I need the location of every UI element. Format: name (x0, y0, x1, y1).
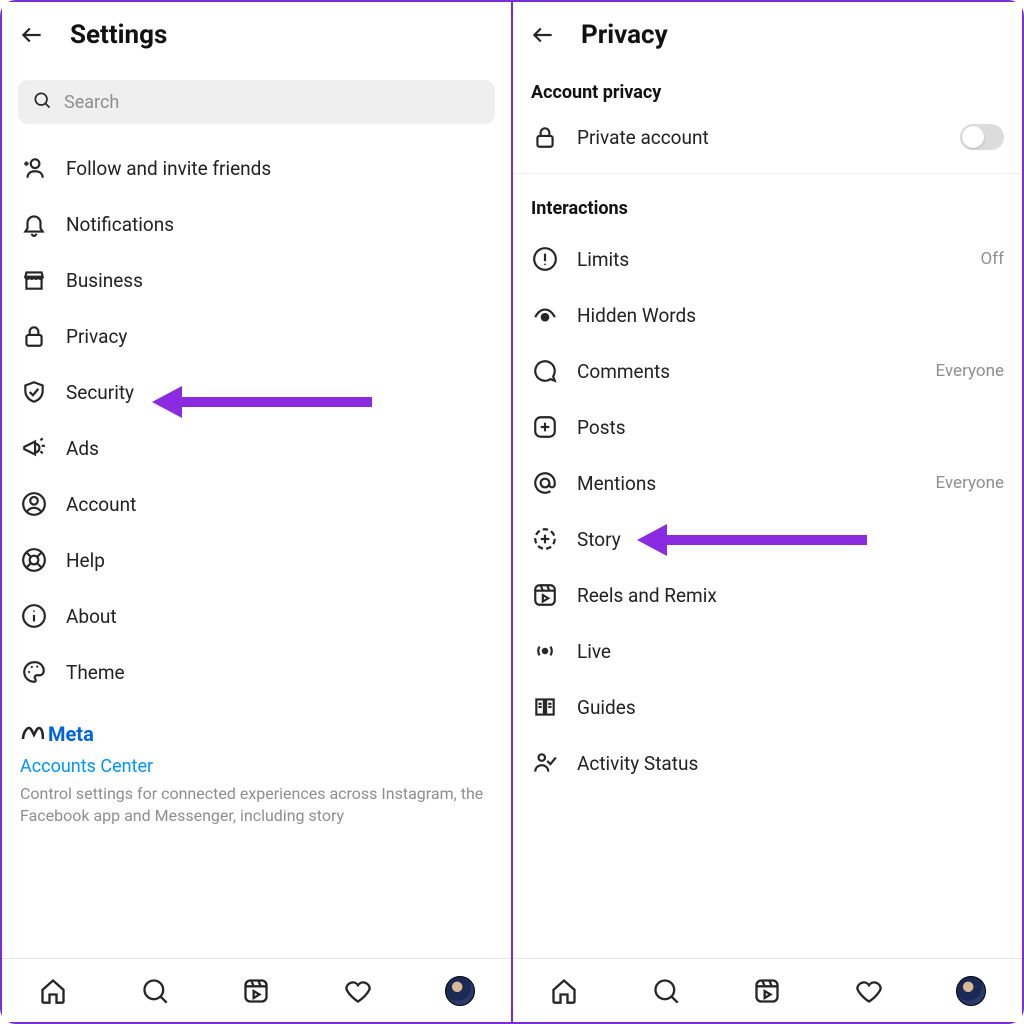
back-arrow-icon[interactable] (529, 21, 557, 49)
list-item-label: Business (66, 269, 493, 292)
list-item-label: Live (577, 640, 1004, 663)
home-icon[interactable] (549, 976, 579, 1006)
comment-icon (531, 357, 559, 385)
privacy-item-mentions[interactable]: Mentions Everyone (513, 455, 1022, 511)
palette-icon (20, 658, 48, 686)
page-title: Settings (70, 20, 167, 50)
list-item-label: Guides (577, 696, 1004, 719)
story-icon (531, 525, 559, 553)
interactions-list: Limits Off Hidden Words Comments Everyon… (513, 225, 1022, 791)
settings-item-notifications[interactable]: Notifications (2, 196, 511, 252)
list-item-label: Notifications (66, 213, 493, 236)
list-item-label: Comments (577, 360, 917, 383)
shield-icon (20, 378, 48, 406)
heart-nav-icon[interactable] (343, 976, 373, 1006)
list-item-label: Activity Status (577, 752, 1004, 775)
lifebuoy-icon (20, 546, 48, 574)
settings-item-follow-invite[interactable]: Follow and invite friends (2, 140, 511, 196)
privacy-header: Privacy (513, 2, 1022, 58)
person-plus-icon (20, 154, 48, 182)
accounts-center-link[interactable]: Accounts Center (20, 746, 493, 783)
settings-item-help[interactable]: Help (2, 532, 511, 588)
list-item-label: Theme (66, 661, 493, 684)
toggle-switch[interactable] (960, 124, 1004, 150)
guides-icon (531, 693, 559, 721)
list-item-label: Follow and invite friends (66, 157, 493, 180)
list-item-trail: Off (980, 249, 1004, 269)
bell-icon (20, 210, 48, 238)
settings-item-business[interactable]: Business (2, 252, 511, 308)
privacy-item-comments[interactable]: Comments Everyone (513, 343, 1022, 399)
list-item-label: Mentions (577, 472, 917, 495)
list-item-label: Help (66, 549, 493, 572)
privacy-panel: Privacy Account privacy Private account … (513, 2, 1022, 1022)
settings-header: Settings (2, 2, 511, 58)
page-title: Privacy (581, 20, 668, 50)
bottom-nav (513, 958, 1022, 1022)
profile-nav-icon[interactable] (956, 976, 986, 1006)
lock-icon (531, 123, 559, 151)
settings-list: Follow and invite friends Notifications … (2, 134, 511, 700)
heart-nav-icon[interactable] (854, 976, 884, 1006)
search-icon (32, 90, 52, 115)
privacy-item-hidden-words[interactable]: Hidden Words (513, 287, 1022, 343)
section-account-privacy: Account privacy (513, 58, 1022, 109)
list-item-label: Hidden Words (577, 304, 1004, 327)
at-sign-icon (531, 469, 559, 497)
reels-nav-icon[interactable] (752, 976, 782, 1006)
list-item-label: Private account (577, 126, 942, 149)
privacy-item-live[interactable]: Live (513, 623, 1022, 679)
search-input[interactable]: Search (18, 80, 495, 124)
meta-section: Meta Accounts Center Control settings fo… (2, 700, 511, 832)
avatar (956, 976, 986, 1006)
reels-icon (531, 581, 559, 609)
eye-hidden-icon (531, 301, 559, 329)
avatar (445, 976, 475, 1006)
list-item-trail: Everyone (935, 473, 1004, 493)
bottom-nav (2, 958, 511, 1022)
meta-description: Control settings for connected experienc… (20, 783, 493, 832)
storefront-icon (20, 266, 48, 294)
alert-circle-icon (531, 245, 559, 273)
settings-item-about[interactable]: About (2, 588, 511, 644)
reels-nav-icon[interactable] (241, 976, 271, 1006)
privacy-item-posts[interactable]: Posts (513, 399, 1022, 455)
settings-item-ads[interactable]: Ads (2, 420, 511, 476)
plus-square-icon (531, 413, 559, 441)
meta-brand-text: Meta (48, 722, 94, 746)
search-nav-icon[interactable] (651, 976, 681, 1006)
search-nav-icon[interactable] (140, 976, 170, 1006)
list-item-label: Privacy (66, 325, 493, 348)
search-placeholder: Search (64, 92, 119, 113)
section-interactions: Interactions (513, 174, 1022, 225)
megaphone-icon (20, 434, 48, 462)
list-item-label: About (66, 605, 493, 628)
privacy-item-activity-status[interactable]: Activity Status (513, 735, 1022, 791)
home-icon[interactable] (38, 976, 68, 1006)
info-icon (20, 602, 48, 630)
live-icon (531, 637, 559, 665)
settings-item-security[interactable]: Security (2, 364, 511, 420)
meta-logo: Meta (20, 722, 493, 746)
list-item-trail: Everyone (935, 361, 1004, 381)
settings-item-privacy[interactable]: Privacy (2, 308, 511, 364)
privacy-item-guides[interactable]: Guides (513, 679, 1022, 735)
back-arrow-icon[interactable] (18, 21, 46, 49)
profile-nav-icon[interactable] (445, 976, 475, 1006)
settings-item-theme[interactable]: Theme (2, 644, 511, 700)
settings-item-account[interactable]: Account (2, 476, 511, 532)
settings-panel: Settings Search Follow and invite friend… (2, 2, 511, 1022)
privacy-item-reels-remix[interactable]: Reels and Remix (513, 567, 1022, 623)
privacy-item-limits[interactable]: Limits Off (513, 231, 1022, 287)
list-item-label: Reels and Remix (577, 584, 1004, 607)
activity-status-icon (531, 749, 559, 777)
account-icon (20, 490, 48, 518)
list-item-label: Ads (66, 437, 493, 460)
list-item-label: Account (66, 493, 493, 516)
list-item-label: Posts (577, 416, 1004, 439)
privacy-item-private-account[interactable]: Private account (513, 109, 1022, 165)
lock-icon (20, 322, 48, 350)
list-item-label: Limits (577, 248, 962, 271)
